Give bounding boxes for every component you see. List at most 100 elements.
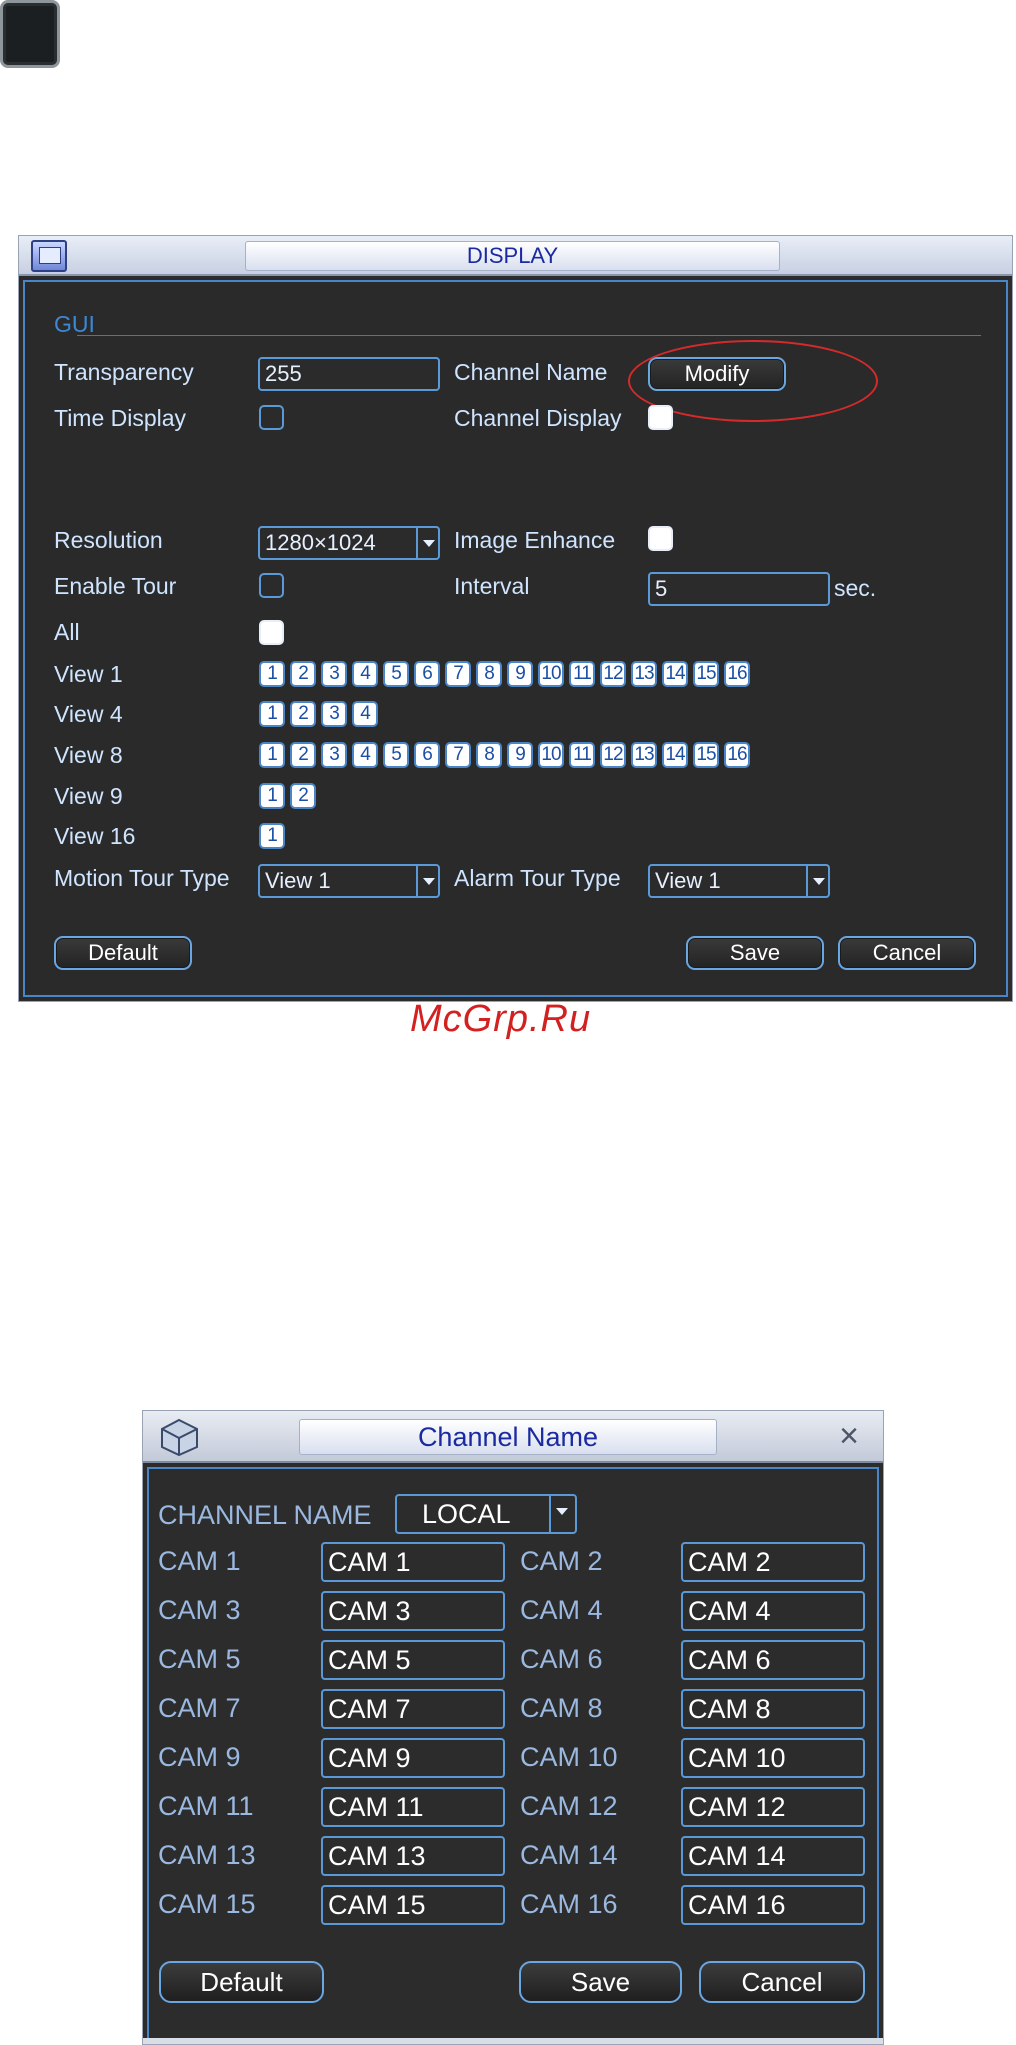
- view4-label: View 4: [54, 701, 123, 727]
- channel-checkbox[interactable]: 8: [476, 742, 502, 768]
- channel-name-title: Channel Name: [299, 1419, 717, 1455]
- chevron-down-icon[interactable]: [416, 866, 438, 896]
- channel-checkbox[interactable]: 1: [259, 823, 285, 849]
- channel-checkbox[interactable]: 9: [507, 661, 533, 687]
- channel-checkbox[interactable]: 9: [507, 742, 533, 768]
- cam-name-input[interactable]: CAM 16: [681, 1885, 865, 1925]
- channel-display-label: Channel Display: [454, 405, 622, 431]
- cam-name-input[interactable]: CAM 8: [681, 1689, 865, 1729]
- default-button[interactable]: Default: [159, 1961, 324, 2003]
- channel-checkbox[interactable]: 7: [445, 661, 471, 687]
- cam-label: CAM 10: [520, 1742, 618, 1772]
- cam-name-input[interactable]: CAM 6: [681, 1640, 865, 1680]
- chevron-down-icon[interactable]: [806, 866, 828, 896]
- channel-checkbox[interactable]: 13: [631, 661, 657, 687]
- channel-checkbox[interactable]: 14: [662, 661, 688, 687]
- channel-display-checkbox[interactable]: [648, 405, 673, 430]
- channel-checkbox[interactable]: 11: [569, 742, 595, 768]
- channel-checkbox[interactable]: 3: [321, 701, 347, 727]
- channel-name-selector[interactable]: LOCAL: [395, 1494, 577, 1534]
- channel-checkbox[interactable]: 14: [662, 742, 688, 768]
- cam-label: CAM 1: [158, 1546, 241, 1576]
- channel-checkbox[interactable]: 6: [414, 661, 440, 687]
- channel-checkbox[interactable]: 1: [259, 701, 285, 727]
- cancel-button[interactable]: Cancel: [699, 1961, 865, 2003]
- channel-checkbox[interactable]: 3: [321, 661, 347, 687]
- cam-name-input[interactable]: CAM 12: [681, 1787, 865, 1827]
- enable-tour-checkbox[interactable]: [259, 573, 284, 598]
- cam-label: CAM 6: [520, 1644, 603, 1674]
- close-icon[interactable]: ×: [833, 1419, 865, 1453]
- channel-checkbox[interactable]: 2: [290, 701, 316, 727]
- channel-checkbox[interactable]: 16: [724, 742, 750, 768]
- interval-label: Interval: [454, 573, 530, 599]
- time-display-checkbox[interactable]: [259, 405, 284, 430]
- cam-name-input[interactable]: CAM 4: [681, 1591, 865, 1631]
- transparency-input[interactable]: 255: [258, 357, 440, 391]
- view1-label: View 1: [54, 661, 123, 687]
- channel-checkbox[interactable]: 2: [290, 783, 316, 809]
- channel-checkbox[interactable]: 1: [259, 661, 285, 687]
- alarm-tour-type-value: View 1: [655, 868, 721, 893]
- alarm-tour-type-select[interactable]: View 1: [648, 864, 830, 898]
- resolution-select[interactable]: 1280×1024: [258, 526, 440, 560]
- channel-checkbox[interactable]: 3: [321, 742, 347, 768]
- cam-name-input[interactable]: CAM 14: [681, 1836, 865, 1876]
- watermark-text: McGrp.Ru: [410, 998, 592, 1040]
- channel-checkbox[interactable]: 8: [476, 661, 502, 687]
- image-enhance-checkbox[interactable]: [648, 526, 673, 551]
- all-label: All: [54, 619, 80, 645]
- cam-name-input[interactable]: CAM 2: [681, 1542, 865, 1582]
- channel-checkbox[interactable]: 15: [693, 742, 719, 768]
- cam-name-input[interactable]: CAM 13: [321, 1836, 505, 1876]
- channel-name-titlebar: Channel Name ×: [143, 1411, 883, 1463]
- channel-checkbox[interactable]: 15: [693, 661, 719, 687]
- chevron-down-icon[interactable]: [416, 528, 438, 558]
- cam-label: CAM 5: [158, 1644, 241, 1674]
- channel-checkbox[interactable]: 4: [352, 661, 378, 687]
- cam-label: CAM 11: [158, 1791, 254, 1821]
- cam-name-input[interactable]: CAM 7: [321, 1689, 505, 1729]
- channel-checkbox[interactable]: 5: [383, 742, 409, 768]
- channel-checkbox[interactable]: 4: [352, 742, 378, 768]
- chevron-down-icon[interactable]: [549, 1496, 575, 1532]
- channel-checkbox[interactable]: 7: [445, 742, 471, 768]
- channel-checkbox[interactable]: 10: [538, 661, 564, 687]
- channel-checkbox[interactable]: 4: [352, 701, 378, 727]
- channel-checkbox[interactable]: 11: [569, 661, 595, 687]
- view9-label: View 9: [54, 783, 123, 809]
- cam-label: CAM 3: [158, 1595, 241, 1625]
- cam-name-input[interactable]: CAM 5: [321, 1640, 505, 1680]
- alarm-tour-type-label: Alarm Tour Type: [454, 865, 621, 891]
- channel-checkbox[interactable]: 16: [724, 661, 750, 687]
- cam-name-input[interactable]: CAM 1: [321, 1542, 505, 1582]
- cam-name-input[interactable]: CAM 9: [321, 1738, 505, 1778]
- cam-name-input[interactable]: CAM 3: [321, 1591, 505, 1631]
- save-button[interactable]: Save: [686, 936, 824, 970]
- cam-name-input[interactable]: CAM 10: [681, 1738, 865, 1778]
- cam-name-input[interactable]: CAM 11: [321, 1787, 505, 1827]
- channel-checkbox[interactable]: 13: [631, 742, 657, 768]
- interval-input[interactable]: 5: [648, 572, 830, 606]
- all-checkbox[interactable]: [259, 620, 284, 645]
- cam-label: CAM 4: [520, 1595, 603, 1625]
- default-button[interactable]: Default: [54, 936, 192, 970]
- channel-checkbox[interactable]: 12: [600, 661, 626, 687]
- cancel-button[interactable]: Cancel: [838, 936, 976, 970]
- channel-checkbox[interactable]: 6: [414, 742, 440, 768]
- channel-checkbox[interactable]: 1: [259, 742, 285, 768]
- cam-label: CAM 13: [158, 1840, 256, 1870]
- display-titlebar: DISPLAY: [19, 236, 1012, 276]
- channel-checkbox[interactable]: 1: [259, 783, 285, 809]
- time-display-label: Time Display: [54, 405, 187, 431]
- interval-unit: sec.: [834, 575, 877, 601]
- cam-name-input[interactable]: CAM 15: [321, 1885, 505, 1925]
- motion-tour-type-select[interactable]: View 1: [258, 864, 440, 898]
- channel-checkbox[interactable]: 10: [538, 742, 564, 768]
- channel-checkbox[interactable]: 5: [383, 661, 409, 687]
- save-button[interactable]: Save: [519, 1961, 682, 2003]
- channel-checkbox[interactable]: 12: [600, 742, 626, 768]
- display-title: DISPLAY: [245, 241, 780, 271]
- channel-checkbox[interactable]: 2: [290, 742, 316, 768]
- channel-checkbox[interactable]: 2: [290, 661, 316, 687]
